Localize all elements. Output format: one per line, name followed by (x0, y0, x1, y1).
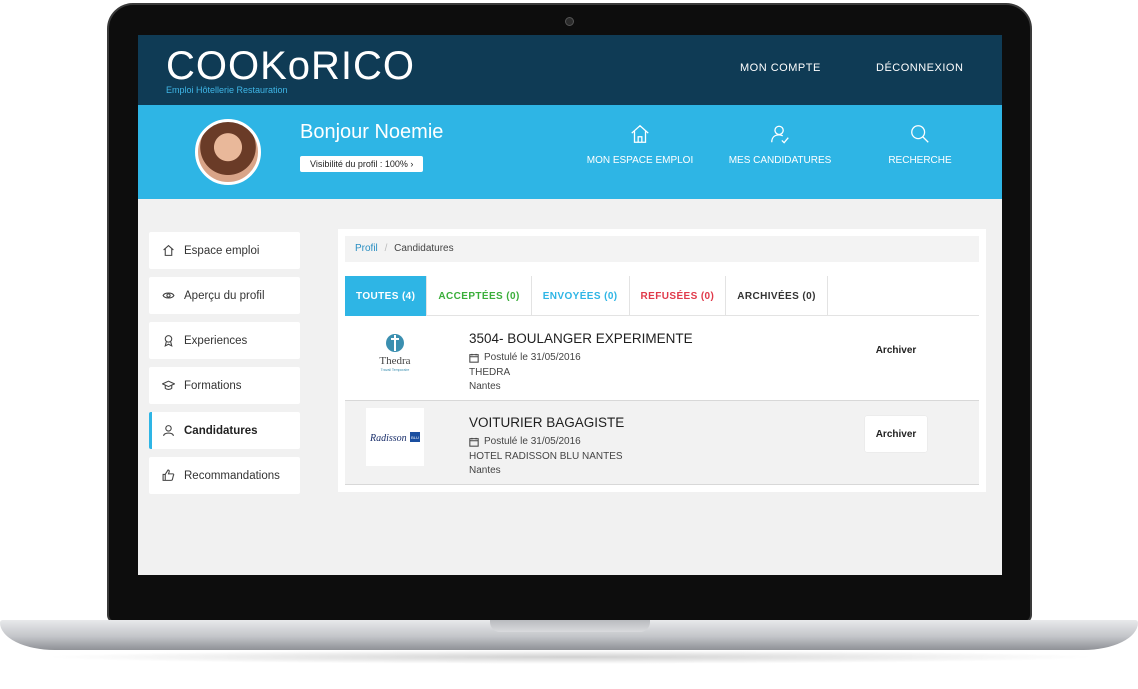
top-bar: COOKoRICO Emploi Hôtellerie Restauration… (138, 35, 1002, 105)
applications-panel: Profil / Candidatures TOUTES (4) ACCEPTÉ… (338, 229, 986, 492)
radisson-logo-badge: BLU (411, 435, 419, 440)
archive-button[interactable]: Archiver (865, 332, 927, 368)
nav-label: RECHERCHE (888, 155, 952, 166)
thedra-logo: Thedra Travail Temporaire (379, 334, 411, 372)
nav-label: MON ESPACE EMPLOI (586, 155, 694, 166)
tab-archivees[interactable]: ARCHIVÉES (0) (726, 276, 828, 316)
archive-button[interactable]: Archiver (865, 416, 927, 452)
search-icon (911, 125, 929, 143)
job-meta: Postulé le 31/05/2016 HOTEL RADISSON BLU… (469, 435, 623, 479)
company-logo-radisson: Radisson BLU (366, 408, 424, 466)
application-row[interactable]: Thedra Travail Temporaire 3504- BOULANGE… (345, 317, 979, 401)
sidebar-item-recommandations[interactable]: Recommandations (149, 457, 300, 494)
thedra-logo-text: Thedra (379, 355, 410, 367)
tab-refusees[interactable]: REFUSÉES (0) (630, 276, 727, 316)
laptop-shadow (40, 650, 1100, 664)
sidebar-item-formations[interactable]: Formations (149, 367, 300, 404)
status-tabs: TOUTES (4) ACCEPTÉES (0) ENVOYÉES (0) RE… (345, 276, 979, 316)
breadcrumb: Profil / Candidatures (345, 236, 979, 262)
application-date-text: Postulé le 31/05/2016 (484, 436, 581, 447)
sidebar: Espace emploi Aperçu du profil Experienc… (149, 232, 300, 502)
job-meta: Postulé le 31/05/2016 THEDRA Nantes (469, 351, 581, 395)
user-check-icon (771, 125, 789, 144)
breadcrumb-separator: / (384, 243, 388, 254)
webcam (565, 17, 574, 26)
graduation-cap-icon (162, 380, 175, 390)
ribbon-icon (164, 335, 173, 347)
tab-acceptees[interactable]: ACCEPTÉES (0) (427, 276, 532, 316)
application-date: Postulé le 31/05/2016 (469, 351, 581, 366)
screen: COOKoRICO Emploi Hôtellerie Restauration… (138, 35, 1002, 575)
logo-text: COOKoRICO (166, 44, 416, 88)
nav-label: MES CANDIDATURES (728, 155, 832, 166)
logout-link[interactable]: DÉCONNEXION (876, 62, 963, 74)
sidebar-item-label: Formations (184, 379, 242, 392)
company-logo-thedra: Thedra Travail Temporaire (366, 324, 424, 382)
application-date-text: Postulé le 31/05/2016 (484, 352, 581, 363)
sidebar-item-label: Recommandations (184, 469, 280, 482)
profile-visibility-badge[interactable]: Visibilité du profil : 100% › (300, 156, 424, 172)
calendar-icon (469, 354, 479, 363)
nav-recherche[interactable]: RECHERCHE (850, 123, 990, 166)
greeting: Bonjour Noemie (300, 121, 444, 143)
sidebar-item-candidatures[interactable]: Candidatures (149, 412, 300, 449)
breadcrumb-current: Candidatures (394, 243, 454, 254)
sidebar-item-label: Aperçu du profil (184, 289, 265, 302)
tab-envoyees[interactable]: ENVOYÉES (0) (532, 276, 630, 316)
job-title[interactable]: 3504- BOULANGER EXPERIMENTE (469, 331, 693, 346)
application-row[interactable]: Radisson BLU VOITURIER BAGAGISTE Postulé… (345, 401, 979, 485)
nav-candidatures[interactable]: MES CANDIDATURES (710, 123, 850, 166)
job-title[interactable]: VOITURIER BAGAGISTE (469, 415, 624, 430)
thumbs-up-icon (162, 469, 175, 481)
company-name: HOTEL RADISSON BLU NANTES (469, 450, 623, 462)
application-date: Postulé le 31/05/2016 (469, 435, 623, 450)
sidebar-item-label: Espace emploi (184, 244, 260, 257)
user-icon (163, 425, 174, 437)
radisson-logo-text: Radisson (369, 433, 407, 444)
thedra-logo-tagline: Travail Temporaire (381, 368, 410, 372)
logo[interactable]: COOKoRICO Emploi Hôtellerie Restauration (166, 43, 415, 95)
job-city: Nantes (469, 381, 501, 392)
sidebar-item-espace-emploi[interactable]: Espace emploi (149, 232, 300, 269)
radisson-logo: Radisson BLU (369, 432, 420, 444)
home-icon (163, 244, 174, 256)
sidebar-item-apercu-profil[interactable]: Aperçu du profil (149, 277, 300, 314)
sidebar-item-label: Experiences (184, 334, 248, 347)
company-name: THEDRA (469, 366, 511, 378)
eye-icon (162, 292, 175, 299)
job-city: Nantes (469, 465, 501, 476)
calendar-icon (469, 438, 479, 447)
home-icon (631, 124, 649, 143)
hero-banner: Bonjour Noemie Visibilité du profil : 10… (138, 105, 1002, 199)
sidebar-item-experiences[interactable]: Experiences (149, 322, 300, 359)
account-link[interactable]: MON COMPTE (740, 62, 821, 74)
laptop-notch (490, 620, 650, 632)
tab-toutes[interactable]: TOUTES (4) (345, 276, 428, 316)
avatar[interactable] (195, 119, 261, 185)
sidebar-item-label: Candidatures (184, 424, 258, 437)
nav-espace-emploi[interactable]: MON ESPACE EMPLOI (570, 123, 710, 166)
breadcrumb-link-profil[interactable]: Profil (355, 243, 378, 254)
main-content: Espace emploi Aperçu du profil Experienc… (138, 199, 1002, 575)
